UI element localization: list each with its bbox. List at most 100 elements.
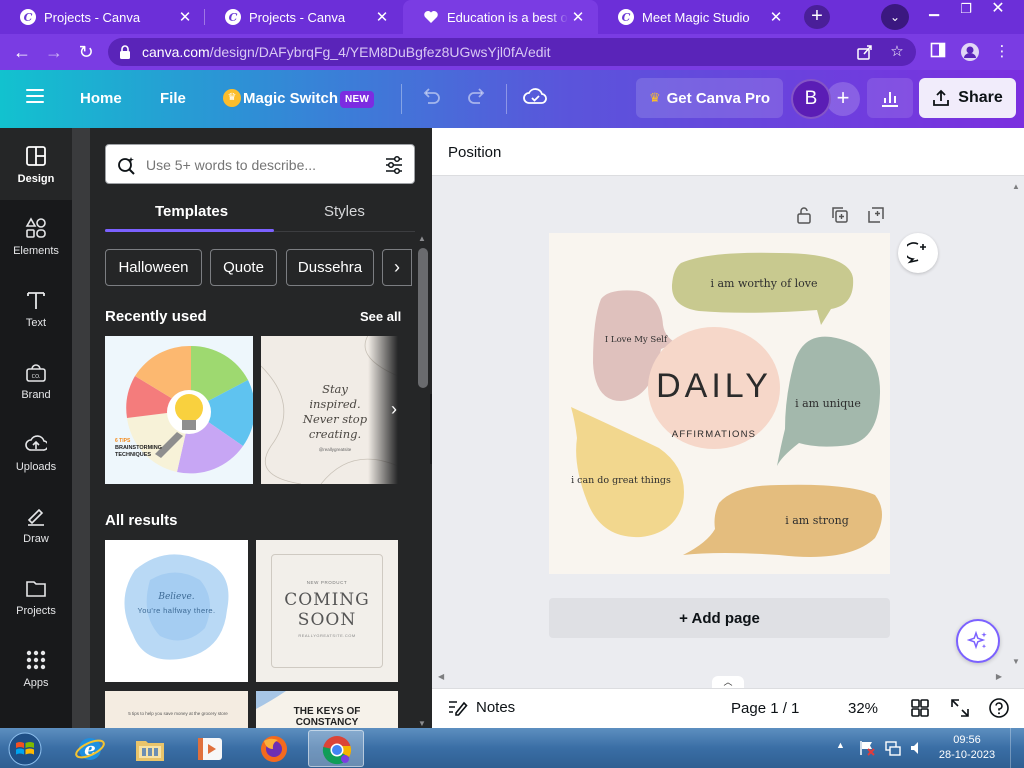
magic-assistant-button[interactable]: [956, 619, 1000, 663]
taskbar-clock[interactable]: 09:56 28-10-2023: [932, 733, 1002, 763]
template-thumbnail-believe[interactable]: Believe. You're halfway there.: [105, 540, 248, 682]
duplicate-page-icon[interactable]: [830, 205, 850, 225]
browser-tab-active[interactable]: Education is a best one - ✕: [403, 0, 598, 34]
rail-item-apps[interactable]: Apps: [0, 632, 72, 704]
filter-sliders-icon[interactable]: [384, 155, 404, 175]
show-desktop-button[interactable]: [1010, 728, 1024, 768]
help-icon[interactable]: [988, 697, 1010, 719]
sidebar-toggle-icon[interactable]: [928, 42, 948, 62]
taskbar-file-explorer[interactable]: [122, 730, 178, 767]
bubble-text-unique[interactable]: i am unique: [789, 397, 867, 410]
add-page-button[interactable]: + Add page: [549, 598, 890, 638]
star-bookmark-icon[interactable]: ☆: [888, 43, 906, 61]
close-icon[interactable]: ✕: [175, 8, 195, 26]
url-omnibox[interactable]: canva.com/design/DAFybrqFg_4/YEM8DuBgfez…: [108, 38, 916, 66]
close-icon[interactable]: ✕: [568, 8, 588, 26]
share-page-icon[interactable]: [856, 43, 874, 61]
rail-item-elements[interactable]: Elements: [0, 200, 72, 272]
reload-icon[interactable]: ↻: [74, 40, 98, 64]
volume-icon[interactable]: [908, 739, 926, 757]
position-button[interactable]: Position: [448, 144, 501, 161]
bubble-text-great-things[interactable]: i can do great things: [571, 475, 671, 486]
scroll-right-arrow-icon[interactable]: ▶: [996, 672, 1002, 681]
fullscreen-icon[interactable]: [949, 697, 971, 719]
file-menu[interactable]: File: [160, 90, 186, 107]
page-indicator[interactable]: Page 1 / 1: [731, 700, 799, 717]
zoom-level[interactable]: 32%: [848, 700, 878, 717]
windows-start-icon[interactable]: [6, 731, 44, 767]
editor-vertical-scrollbar[interactable]: ▲ ▼: [1008, 176, 1024, 670]
rail-item-brand[interactable]: CO. Brand: [0, 344, 72, 416]
browser-tab[interactable]: C Projects - Canva ✕: [0, 0, 205, 34]
close-icon[interactable]: ✕: [372, 8, 392, 26]
rail-item-projects[interactable]: Projects: [0, 560, 72, 632]
redo-icon[interactable]: [464, 86, 490, 112]
template-search-input[interactable]: [105, 144, 415, 184]
browser-tab[interactable]: C Projects - Canva ✕: [205, 0, 402, 34]
taskbar-internet-explorer[interactable]: e: [62, 730, 118, 767]
add-comment-button[interactable]: [898, 233, 938, 273]
minimize-icon[interactable]: ▁: [918, 0, 950, 18]
add-member-button[interactable]: +: [826, 82, 860, 116]
close-icon[interactable]: ✕: [766, 8, 786, 26]
bubble-text-worthy[interactable]: i am worthy of love: [684, 277, 844, 290]
notes-button[interactable]: Notes: [448, 698, 515, 716]
lock-page-icon[interactable]: [794, 205, 814, 225]
add-page-icon[interactable]: [866, 205, 886, 225]
home-link[interactable]: Home: [80, 90, 122, 107]
search-field[interactable]: [146, 154, 366, 176]
kebab-menu-icon[interactable]: ⋮: [992, 42, 1012, 62]
rail-item-uploads[interactable]: Uploads: [0, 416, 72, 488]
forward-arrow-icon[interactable]: →: [42, 40, 66, 64]
rail-scrollbar[interactable]: [72, 128, 90, 728]
tab-templates[interactable]: Templates: [155, 203, 228, 220]
show-pages-chevron-icon[interactable]: ︿: [712, 676, 744, 688]
see-all-link[interactable]: See all: [360, 309, 401, 324]
panel-scrollbar[interactable]: ▲ ▼: [416, 234, 430, 728]
magic-switch-button[interactable]: Magic Switch: [243, 90, 338, 107]
profile-icon[interactable]: [960, 42, 980, 62]
get-canva-pro-button[interactable]: ♛ Get Canva Pro: [636, 78, 783, 118]
chip-dussehra[interactable]: Dussehra: [286, 249, 374, 286]
template-thumbnail-constancy[interactable]: THE KEYS OF CONSTANCY: [256, 691, 398, 728]
bubble-text-love-myself[interactable]: I Love My Self: [601, 335, 671, 345]
chips-next-chevron-icon[interactable]: ›: [382, 249, 412, 286]
hamburger-menu-icon[interactable]: [26, 89, 44, 103]
network-icon[interactable]: [884, 739, 902, 757]
browser-tab[interactable]: C Meet Magic Studio ✕: [598, 0, 796, 34]
thumbnails-next-chevron-icon[interactable]: ›: [383, 398, 405, 420]
action-center-flag-icon[interactable]: [858, 739, 876, 757]
chip-quote[interactable]: Quote: [210, 249, 277, 286]
scroll-down-arrow-icon[interactable]: ▼: [418, 719, 426, 728]
scroll-up-arrow-icon[interactable]: ▲: [418, 234, 426, 243]
template-thumbnail-grocery[interactable]: 5 tips to help you save money at the gro…: [105, 691, 248, 728]
design-subtitle-affirmations[interactable]: AFFIRMATIONS: [648, 429, 780, 440]
tray-expand-icon[interactable]: ▲: [836, 740, 845, 750]
cloud-saved-icon[interactable]: [522, 86, 548, 112]
avatar[interactable]: B: [791, 79, 831, 119]
restore-icon[interactable]: ❐: [950, 0, 982, 18]
grid-view-icon[interactable]: [909, 697, 931, 719]
window-close-icon[interactable]: ✕: [982, 0, 1014, 18]
share-button[interactable]: Share: [919, 78, 1016, 118]
rail-item-design[interactable]: Design: [0, 128, 72, 200]
scroll-left-arrow-icon[interactable]: ◀: [438, 672, 444, 681]
design-page[interactable]: i am worthy of love I Love My Self DAILY…: [549, 233, 890, 574]
template-thumbnail-quote[interactable]: Stay inspired. Never stop creating. @rea…: [261, 336, 398, 484]
back-arrow-icon[interactable]: ←: [10, 40, 34, 64]
rail-item-text[interactable]: Text: [0, 272, 72, 344]
chip-halloween[interactable]: Halloween: [105, 249, 202, 286]
taskbar-firefox[interactable]: [246, 730, 302, 767]
tab-search-chevron-icon[interactable]: ⌄: [881, 4, 909, 30]
insights-button[interactable]: [867, 78, 913, 118]
undo-icon[interactable]: [418, 86, 444, 112]
template-thumbnail-coming-soon[interactable]: NEW PRODUCT COMING SOON REALLYGREATSITE.…: [256, 540, 398, 682]
taskbar-media-player[interactable]: [182, 730, 238, 767]
tab-styles[interactable]: Styles: [324, 203, 365, 220]
bubble-text-strong[interactable]: i am strong: [773, 514, 861, 527]
rail-item-draw[interactable]: Draw: [0, 488, 72, 560]
template-thumbnail-infographic[interactable]: 6 TIPS BRAINSTORMING TECHNIQUES: [105, 336, 253, 484]
scroll-up-arrow-icon[interactable]: ▲: [1012, 182, 1020, 191]
taskbar-chrome[interactable]: [308, 730, 364, 767]
new-tab-button[interactable]: +: [804, 5, 830, 29]
